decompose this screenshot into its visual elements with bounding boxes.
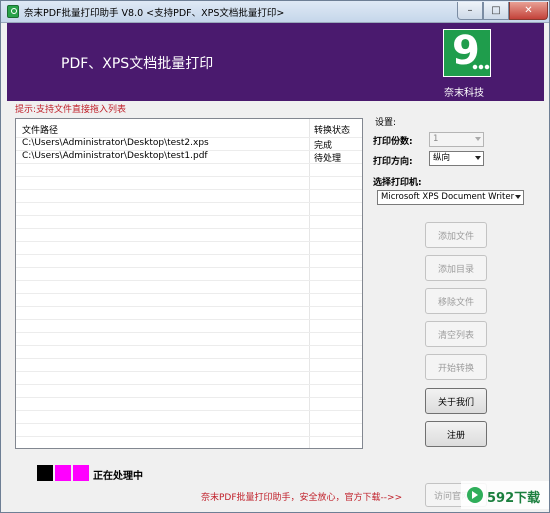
about-button[interactable]: 关于我们 — [425, 388, 487, 414]
grid-line — [16, 254, 362, 255]
copies-label: 打印份数: — [373, 137, 413, 147]
play-icon — [467, 487, 483, 503]
grid-line — [16, 228, 362, 229]
chevron-down-icon — [475, 156, 481, 160]
settings-label: 设置: — [375, 118, 397, 128]
status-square-1 — [37, 465, 53, 481]
orientation-label: 打印方向: — [373, 157, 413, 167]
grid-line — [16, 410, 362, 411]
grid-line — [16, 163, 362, 164]
clear-list-button[interactable]: 清空列表 — [425, 321, 487, 347]
grid-line — [16, 384, 362, 385]
grid-line — [16, 306, 362, 307]
grid-line — [16, 436, 362, 437]
grid-line — [16, 137, 362, 138]
minimize-button[interactable]: – — [457, 2, 483, 20]
grid-line — [16, 241, 362, 242]
row-path: C:\Users\Administrator\Desktop\test2.xps — [22, 138, 209, 148]
start-convert-button[interactable]: 开始转换 — [425, 354, 487, 380]
printer-label: 选择打印机: — [373, 178, 422, 188]
brand-logo: 9 — [443, 28, 491, 77]
table-row[interactable]: C:\Users\Administrator\Desktop\test2.xps… — [16, 137, 362, 151]
printer-select[interactable]: Microsoft XPS Document Writer — [377, 190, 524, 205]
orientation-value: 纵向 — [433, 153, 451, 163]
table-row[interactable]: C:\Users\Administrator\Desktop\test1.pdf… — [16, 150, 362, 164]
status-square-3 — [73, 465, 89, 481]
grid-line — [16, 280, 362, 281]
app-window: 奈末PDF批量打印助手 V8.0 <支持PDF、XPS文档批量打印> – □ ✕… — [0, 0, 550, 513]
column-header-path[interactable]: 文件路径 — [22, 123, 58, 136]
grid-line — [16, 150, 362, 151]
orientation-select[interactable]: 纵向 — [429, 151, 484, 166]
file-list[interactable]: 文件路径 转换状态 C:\Users\Administrator\Desktop… — [15, 118, 363, 449]
column-header-status[interactable]: 转换状态 — [314, 123, 350, 136]
grid-line — [16, 202, 362, 203]
printer-value: Microsoft XPS Document Writer — [381, 192, 515, 202]
add-directory-button[interactable]: 添加目录 — [425, 255, 487, 281]
site-watermark: 592下载 — [461, 481, 549, 509]
maximize-button[interactable]: □ — [483, 2, 509, 20]
column-divider — [309, 119, 310, 448]
grid-line — [16, 397, 362, 398]
watermark-text: 592下载 — [487, 491, 541, 506]
grid-line — [16, 319, 362, 320]
official-download-link[interactable]: 奈末PDF批量打印助手，安全放心，官方下载-->> — [201, 490, 402, 503]
chevron-down-icon — [475, 137, 481, 141]
add-file-button[interactable]: 添加文件 — [425, 222, 487, 248]
register-button[interactable]: 注册 — [425, 421, 487, 447]
drag-hint: 提示:支持文件直接拖入列表 — [15, 105, 127, 115]
grid-line — [16, 176, 362, 177]
logo-dots-icon — [472, 64, 490, 70]
row-path: C:\Users\Administrator\Desktop\test1.pdf — [22, 151, 208, 161]
grid-line — [16, 423, 362, 424]
status-square-2 — [55, 465, 71, 481]
grid-line — [16, 345, 362, 346]
grid-line — [16, 267, 362, 268]
header-banner: PDF、XPS文档批量打印 9 奈末科技 — [7, 23, 544, 101]
copies-select[interactable]: 1 — [429, 132, 484, 147]
grid-line — [16, 189, 362, 190]
banner-title: PDF、XPS文档批量打印 — [61, 56, 214, 72]
grid-line — [16, 215, 362, 216]
grid-line — [16, 293, 362, 294]
close-button[interactable]: ✕ — [509, 2, 548, 20]
app-icon — [7, 5, 19, 18]
processing-status: 正在处理中 — [93, 471, 143, 482]
grid-line — [16, 332, 362, 333]
grid-line — [16, 358, 362, 359]
list-header: 文件路径 转换状态 — [16, 119, 362, 137]
remove-file-button[interactable]: 移除文件 — [425, 288, 487, 314]
title-bar[interactable]: 奈末PDF批量打印助手 V8.0 <支持PDF、XPS文档批量打印> – □ ✕ — [1, 1, 549, 23]
company-name: 奈末科技 — [444, 88, 484, 99]
copies-value: 1 — [433, 134, 439, 144]
window-title: 奈末PDF批量打印助手 V8.0 <支持PDF、XPS文档批量打印> — [24, 8, 285, 19]
chevron-down-icon — [515, 195, 521, 199]
grid-line — [16, 371, 362, 372]
